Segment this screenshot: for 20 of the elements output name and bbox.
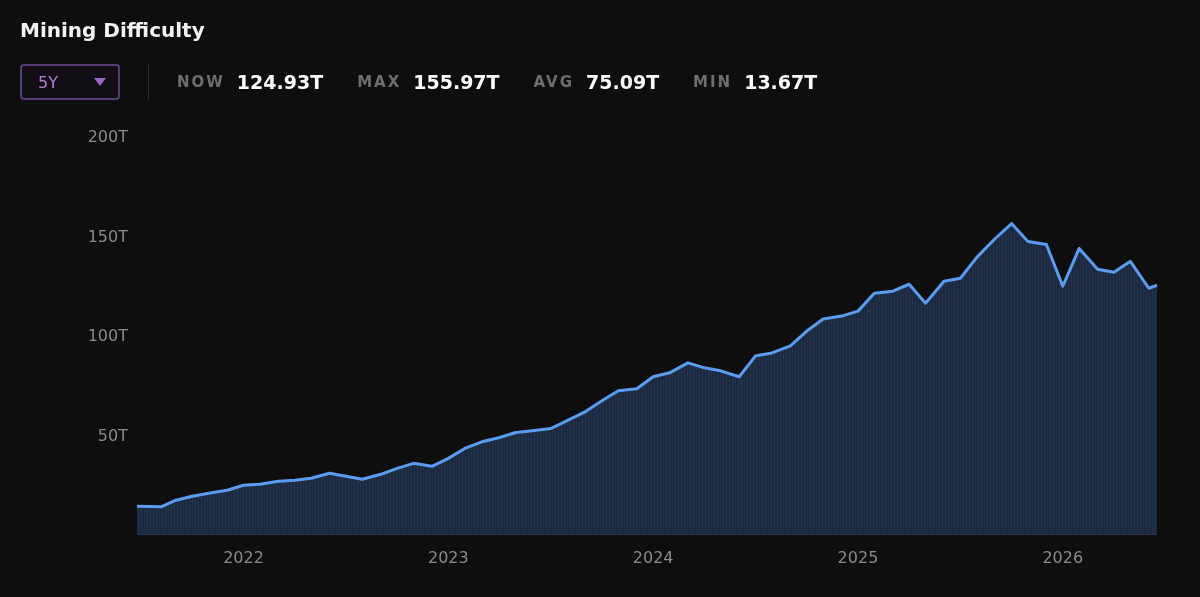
stat-label: NOW xyxy=(177,73,225,91)
stat-value: 13.67T xyxy=(744,71,818,93)
y-axis-label: 150T xyxy=(87,226,128,246)
chart-title: Mining Difficulty xyxy=(20,18,205,42)
x-axis-label: 2023 xyxy=(427,548,469,567)
y-axis-label: 100T xyxy=(87,326,128,345)
x-axis-label: 2025 xyxy=(837,548,879,567)
stat-value: 75.09T xyxy=(586,71,660,93)
stat-value: 124.93T xyxy=(236,71,324,93)
caret-icon xyxy=(94,78,106,86)
x-axis-label: 2026 xyxy=(1042,548,1084,567)
stat-label: AVG xyxy=(533,73,575,91)
range-dropdown[interactable]: 5Y xyxy=(20,64,120,100)
x-axis-label: 2024 xyxy=(632,548,674,567)
y-axis-label: 200T xyxy=(87,127,128,146)
y-axis-label: 50T xyxy=(97,425,128,445)
stat-value: 155.97T xyxy=(413,71,500,93)
stat-label: MIN xyxy=(693,73,733,91)
x-axis-label: 2022 xyxy=(223,548,264,567)
stat-label: MAX xyxy=(357,73,402,91)
